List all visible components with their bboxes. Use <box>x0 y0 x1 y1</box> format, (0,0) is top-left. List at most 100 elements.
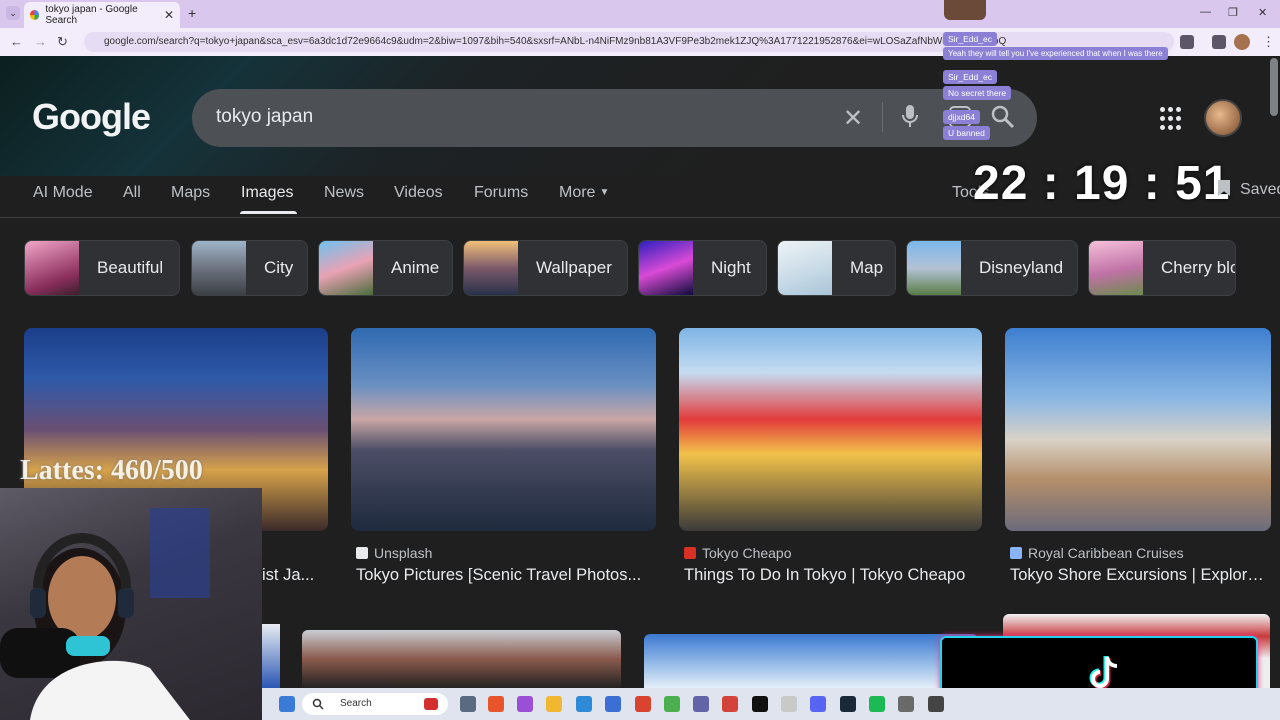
minimize-icon[interactable]: — <box>1200 6 1211 18</box>
chip-thumbnail <box>639 241 693 295</box>
result-image-4[interactable] <box>1005 328 1271 531</box>
result-source-label: Royal Caribbean Cruises <box>1028 545 1184 561</box>
obs-icon[interactable] <box>928 696 944 712</box>
chip-label: Beautiful <box>97 258 164 277</box>
chip-label: Anime <box>391 258 440 277</box>
result-image-3[interactable] <box>679 328 982 531</box>
app-icon[interactable] <box>488 696 504 712</box>
tab-forums[interactable]: Forums <box>474 184 528 202</box>
bookmark-icon <box>1218 180 1230 196</box>
result-source-2[interactable]: Unsplash <box>356 545 432 561</box>
search-divider <box>882 102 883 132</box>
tab-more[interactable]: More ▼ <box>559 184 609 202</box>
browser-menu-icon[interactable]: ⋮ <box>1262 34 1275 50</box>
lattes-goal-text: Lattes: 460/500 <box>20 455 203 486</box>
page-scrollbar[interactable] <box>1270 58 1278 116</box>
tab-news[interactable]: News <box>324 184 364 202</box>
tab-images[interactable]: Images <box>241 184 293 202</box>
task-view-icon[interactable] <box>460 696 476 712</box>
chip-thumbnail <box>192 241 246 295</box>
app-icon[interactable] <box>781 696 797 712</box>
browser-profile-icon[interactable] <box>1234 34 1250 50</box>
clear-search-icon[interactable]: ✕ <box>843 104 863 133</box>
account-avatar[interactable] <box>1204 99 1242 137</box>
browser-tab[interactable]: tokyo japan - Google Search ✕ <box>24 2 180 28</box>
flag-icon <box>424 698 438 710</box>
back-icon[interactable]: ← <box>10 34 23 49</box>
close-window-icon[interactable]: ✕ <box>1258 6 1267 19</box>
tab-maps[interactable]: Maps <box>171 184 210 202</box>
search-icon[interactable] <box>990 104 1016 130</box>
royal-caribbean-icon <box>1010 547 1022 559</box>
reload-icon[interactable]: ↻ <box>57 34 68 50</box>
chip-label: Map <box>850 258 884 277</box>
chat-message: Yeah they will tell you I've experienced… <box>943 47 1168 60</box>
streamer-figure <box>0 508 210 720</box>
spotify-icon[interactable] <box>869 696 885 712</box>
edge-icon[interactable] <box>576 696 592 712</box>
chip-thumbnail <box>319 241 373 295</box>
google-logo[interactable]: Google <box>32 96 151 138</box>
saved-button[interactable]: Saved <box>1218 180 1280 199</box>
webcam-overlay <box>0 488 262 720</box>
result-title-4[interactable]: Tokyo Shore Excursions | Explore ... <box>1010 566 1272 585</box>
chip-city[interactable]: City <box>191 240 308 296</box>
close-tab-icon[interactable]: ✕ <box>164 8 174 22</box>
saved-label: Saved <box>1240 181 1280 198</box>
search-input[interactable]: tokyo japan <box>216 106 313 128</box>
stream-clock: 22 : 19 : 51 <box>973 157 1231 210</box>
google-apps-icon[interactable] <box>1160 107 1184 131</box>
result-image-7[interactable] <box>644 634 978 688</box>
result-image-5[interactable] <box>262 624 280 688</box>
result-title-3[interactable]: Things To Do In Tokyo | Tokyo Cheapo <box>684 566 982 585</box>
result-title-1[interactable]: ist Ja... <box>262 566 332 585</box>
result-source-4[interactable]: Royal Caribbean Cruises <box>1010 545 1184 561</box>
app-icon[interactable] <box>635 696 651 712</box>
chip-anime[interactable]: Anime <box>318 240 453 296</box>
chip-label: Cherry blo <box>1161 258 1236 277</box>
maximize-icon[interactable]: ❐ <box>1228 6 1238 19</box>
result-image-2[interactable] <box>351 328 656 531</box>
chip-map[interactable]: Map <box>777 240 896 296</box>
file-explorer-icon[interactable] <box>546 696 562 712</box>
app-icon[interactable] <box>898 696 914 712</box>
chip-label: Disneyland <box>979 258 1064 277</box>
tab-all[interactable]: All <box>123 184 141 202</box>
chip-thumbnail <box>907 241 961 295</box>
result-source-3[interactable]: Tokyo Cheapo <box>684 545 792 561</box>
windows-start-icon[interactable] <box>279 696 295 712</box>
app-icon[interactable] <box>605 696 621 712</box>
active-tab-indicator <box>240 211 297 214</box>
discord-icon[interactable] <box>810 696 826 712</box>
chrome-icon[interactable] <box>664 696 680 712</box>
chip-cherry-blossom[interactable]: Cherry blo <box>1088 240 1236 296</box>
result-source-label: Unsplash <box>374 545 433 561</box>
app-icon[interactable] <box>517 696 533 712</box>
app-icon[interactable] <box>722 696 738 712</box>
tab-more-label: More <box>559 184 596 201</box>
chip-night[interactable]: Night <box>638 240 767 296</box>
chip-disneyland[interactable]: Disneyland <box>906 240 1078 296</box>
result-title-2[interactable]: Tokyo Pictures [Scenic Travel Photos... <box>356 566 656 585</box>
chip-wallpaper[interactable]: Wallpaper <box>463 240 628 296</box>
microphone-icon[interactable] <box>901 104 919 128</box>
extensions-icon[interactable] <box>1180 35 1194 49</box>
google-favicon-icon <box>30 10 40 20</box>
reading-list-icon[interactable] <box>1212 35 1226 49</box>
forward-icon[interactable]: → <box>34 34 47 49</box>
steam-icon[interactable] <box>840 696 856 712</box>
chat-username: Sir_Edd_ec <box>943 70 997 84</box>
chip-label: City <box>264 258 294 277</box>
teams-icon[interactable] <box>693 696 709 712</box>
new-tab-icon[interactable]: + <box>188 5 196 21</box>
result-image-6[interactable] <box>302 630 621 688</box>
chat-username: Sir_Edd_ec <box>943 32 997 46</box>
tiktok-app-icon[interactable] <box>752 696 768 712</box>
chat-message: No secret there <box>943 86 1012 100</box>
chat-avatar <box>944 0 986 20</box>
tab-ai-mode[interactable]: AI Mode <box>33 184 93 202</box>
tab-search-icon[interactable]: ⌄ <box>6 6 20 20</box>
chat-username: djjxd64 <box>943 110 980 124</box>
chip-beautiful[interactable]: Beautiful <box>24 240 180 296</box>
tab-videos[interactable]: Videos <box>394 184 443 202</box>
